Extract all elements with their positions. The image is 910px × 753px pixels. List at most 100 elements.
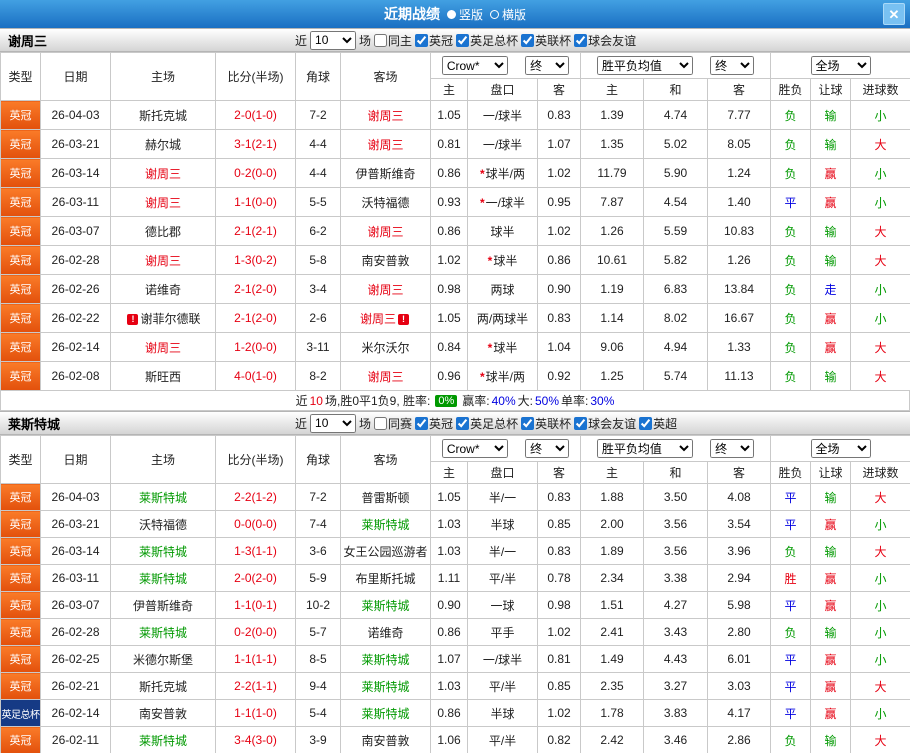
vertical-label: 竖版 — [458, 7, 483, 22]
match-row: 英冠 26-04-03 斯托克城 2-0(1-0) 7-2 谢周三 1.05 一… — [0, 100, 910, 130]
col-result: 胜负 — [770, 78, 811, 101]
handicap-text: 一/球半 — [485, 195, 525, 210]
odds-time-select[interactable]: 终 — [525, 56, 570, 75]
layout-horizontal-option[interactable]: 横版 — [490, 6, 526, 23]
result: 平 — [770, 483, 811, 511]
handicap-text: 两/两球半 — [476, 311, 529, 326]
away-team: 莱斯特城 — [340, 699, 431, 727]
league-label: 英联杯 — [535, 33, 572, 48]
league-checkbox-input[interactable] — [639, 416, 653, 430]
result: 负 — [770, 274, 811, 304]
handicap-text: 球半 — [493, 340, 518, 355]
col-away: 客场 — [340, 435, 431, 484]
league-checkbox[interactable]: 英足总杯 — [456, 32, 518, 49]
odds-home: 1.05 — [430, 483, 468, 511]
handicap-text: 平/半 — [488, 733, 517, 748]
odds-away: 0.98 — [537, 591, 581, 619]
league-checkbox[interactable]: 英联杯 — [521, 32, 571, 49]
score: 2-1(2-0) — [215, 274, 296, 304]
league-label: 球会友谊 — [588, 416, 637, 431]
league-checkbox[interactable]: 球会友谊 — [574, 32, 636, 49]
avg-draw: 5.82 — [643, 245, 708, 275]
avg-home: 1.88 — [580, 483, 644, 511]
avg-home: 2.00 — [580, 510, 644, 538]
same-home-checkbox-input[interactable] — [374, 33, 388, 47]
match-row: 英冠 26-03-14 莱斯特城 1-3(1-1) 3-6 女王公园巡游者 1.… — [0, 537, 910, 565]
odds-time-select[interactable]: 终 — [525, 439, 570, 458]
match-date: 26-03-21 — [40, 510, 111, 538]
match-date: 26-03-11 — [40, 564, 111, 592]
league-checkbox-input[interactable] — [574, 416, 588, 430]
handicap-text: 一/球半 — [482, 652, 523, 667]
same-competition-label: 同赛 — [388, 416, 413, 431]
away-team-name: 谢周三 — [367, 282, 404, 297]
goals-result: 小 — [849, 591, 910, 619]
avg-draw: 5.74 — [643, 361, 708, 391]
avg-draw: 4.74 — [643, 100, 708, 130]
big-rate-label: 大: — [517, 394, 533, 408]
avg-time-select[interactable]: 终 — [710, 56, 755, 75]
goals-result: 大 — [849, 672, 910, 700]
home-team-name: 伊普斯维奇 — [132, 598, 193, 613]
avg-away: 3.54 — [707, 510, 771, 538]
avg-time-select[interactable]: 终 — [710, 439, 755, 458]
odds-company-select[interactable]: Crow* — [441, 56, 508, 75]
same-competition-checkbox-input[interactable] — [374, 416, 388, 430]
col-odds-home: 主 — [430, 78, 468, 101]
home-team: 米德尔斯堡 — [110, 645, 216, 673]
team-header-1: 谢周三 近 10 场 同主 英冠 英足总杯 英联杯 球会友谊 — [0, 28, 910, 52]
avg-away: 4.17 — [707, 699, 771, 727]
league-label: 英足总杯 — [470, 416, 519, 431]
same-home-checkbox[interactable]: 同主 — [374, 32, 412, 49]
match-row: 英冠 26-03-11 谢周三 1-1(0-0) 5-5 沃特福德 0.93 *… — [0, 187, 910, 217]
league-checkbox[interactable]: 球会友谊 — [574, 415, 636, 432]
league-checkbox-input[interactable] — [456, 416, 470, 430]
col-let: 让球 — [810, 461, 851, 484]
league-checkbox[interactable]: 英冠 — [415, 32, 453, 49]
avg-home: 11.79 — [580, 158, 644, 188]
league-checkbox-input[interactable] — [521, 33, 535, 47]
league-checkbox-input[interactable] — [415, 33, 429, 47]
layout-vertical-option[interactable]: 竖版 — [446, 6, 483, 23]
league-checkbox[interactable]: 英联杯 — [521, 415, 571, 432]
handicap: 一球 — [467, 591, 538, 619]
scope-select[interactable]: 全场 — [810, 56, 871, 75]
away-team-name: 布里斯托城 — [355, 571, 416, 586]
away-team-name: 南安普敦 — [361, 253, 410, 268]
games-count-select[interactable]: 10 — [310, 30, 357, 50]
match-date: 26-03-21 — [40, 129, 111, 159]
league-checkbox-input[interactable] — [521, 416, 535, 430]
league-checkbox[interactable]: 英超 — [639, 415, 677, 432]
odds-away: 0.85 — [537, 510, 581, 538]
games-count-select[interactable]: 10 — [310, 413, 357, 433]
league-checkbox-input[interactable] — [574, 33, 588, 47]
match-row: 英冠 26-02-11 莱斯特城 3-4(3-0) 3-9 南安普敦 1.06 … — [0, 726, 910, 753]
away-team: 诺维奇 — [340, 618, 431, 646]
league-checkbox-input[interactable] — [456, 33, 470, 47]
avg-filter-cell: 胜平负均值 终 — [580, 52, 771, 79]
home-team: 沃特福德 — [110, 510, 216, 538]
league-checkbox-input[interactable] — [415, 416, 429, 430]
handicap: 平/半 — [467, 672, 538, 700]
odds-company-select[interactable]: Crow* — [441, 439, 508, 458]
avg-home: 2.42 — [580, 726, 644, 753]
goals-result: 小 — [849, 303, 910, 333]
same-competition-checkbox[interactable]: 同赛 — [374, 415, 412, 432]
handicap-result: 赢 — [810, 158, 851, 188]
avg-type-select[interactable]: 胜平负均值 — [596, 439, 693, 458]
goals-result: 小 — [849, 187, 910, 217]
match-row: 英冠 26-03-14 谢周三 0-2(0-0) 4-4 伊普斯维奇 0.86 … — [0, 158, 910, 188]
avg-type-select[interactable]: 胜平负均值 — [596, 56, 693, 75]
odds-home: 0.93 — [430, 187, 468, 217]
close-button[interactable]: ✕ — [883, 3, 905, 25]
single-rate-label: 单率: — [561, 394, 589, 408]
avg-draw: 3.38 — [643, 564, 708, 592]
games-suffix: 场 — [359, 33, 372, 48]
scope-select[interactable]: 全场 — [810, 439, 871, 458]
titlebar: 近期战绩 竖版 横版 ✕ — [0, 0, 910, 28]
league-checkbox[interactable]: 英足总杯 — [456, 415, 518, 432]
handicap-result: 走 — [810, 274, 851, 304]
away-team-name: 伊普斯维奇 — [355, 166, 416, 181]
league-checkbox[interactable]: 英冠 — [415, 415, 453, 432]
match-date: 26-02-08 — [40, 361, 111, 391]
